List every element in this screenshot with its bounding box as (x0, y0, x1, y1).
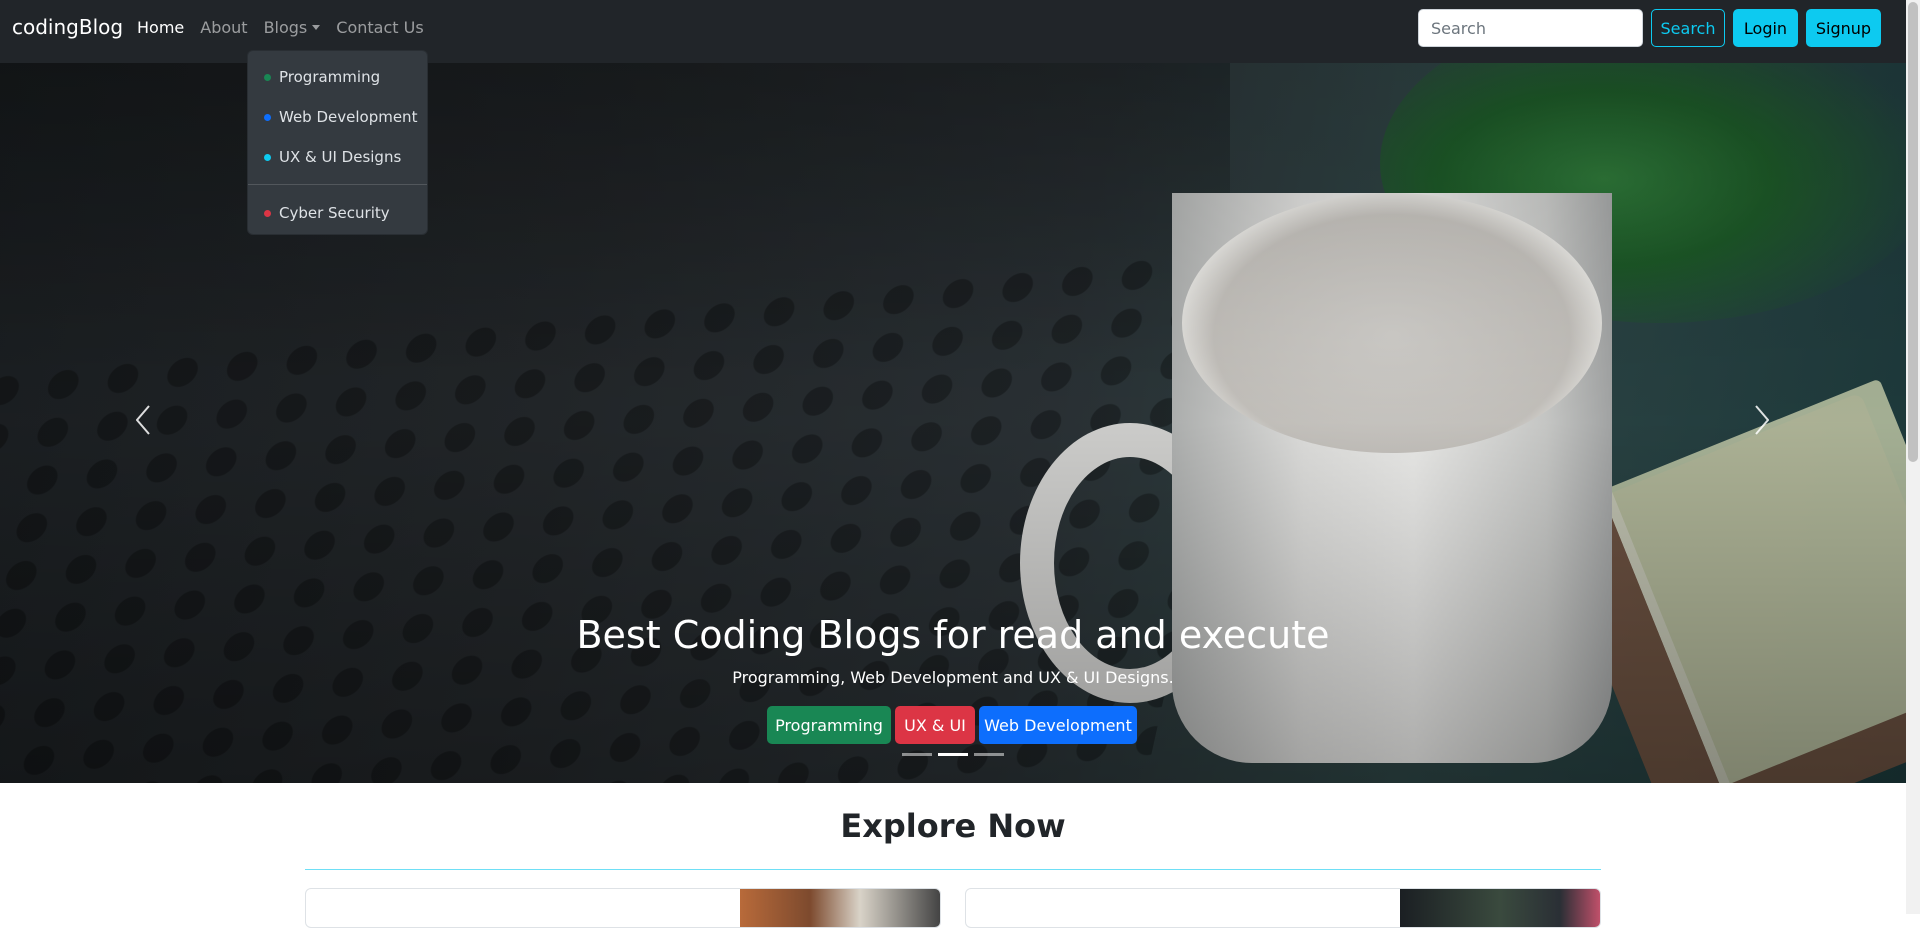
login-button[interactable]: Login (1733, 9, 1798, 47)
nav-links: Home About Blogs Contact Us (137, 18, 440, 37)
search-button[interactable]: Search (1651, 9, 1725, 47)
carousel-indicator-1[interactable] (902, 753, 932, 756)
carousel-title: Best Coding Blogs for read and execute (576, 613, 1330, 657)
dropdown-item-web-development[interactable]: Web Development (248, 97, 427, 137)
status-dot-icon (264, 113, 271, 121)
carousel-buttons: Programming UX & UI Web Development (767, 706, 1137, 744)
status-dot-icon (264, 209, 271, 217)
dropdown-item-label: Cyber Security (279, 204, 390, 222)
dropdown-item-programming[interactable]: Programming (248, 57, 427, 97)
dropdown-divider (248, 184, 427, 185)
search-input[interactable] (1418, 9, 1643, 47)
blog-card[interactable] (305, 888, 941, 928)
dropdown-item-cyber-security[interactable]: Cyber Security (248, 193, 427, 233)
chevron-right-icon[interactable] (1755, 405, 1769, 435)
nav-link-blogs-label: Blogs (263, 18, 308, 37)
carousel-indicators (902, 753, 1004, 756)
nav-link-blogs[interactable]: Blogs (264, 18, 321, 37)
web-development-button[interactable]: Web Development (979, 706, 1137, 744)
carousel-indicator-3[interactable] (974, 753, 1004, 756)
carousel-subtitle: Programming, Web Development and UX & UI… (732, 668, 1174, 687)
scrollbar-thumb[interactable] (1908, 2, 1918, 462)
explore-divider (305, 869, 1601, 870)
page-scrollbar[interactable] (1906, 0, 1920, 914)
chevron-left-icon[interactable] (136, 405, 150, 435)
dropdown-item-label: Programming (279, 68, 381, 86)
programming-button[interactable]: Programming (767, 706, 891, 744)
blog-card[interactable] (965, 888, 1601, 928)
dropdown-item-label: Web Development (279, 108, 418, 126)
explore-heading: Explore Now (840, 807, 1066, 845)
carousel-indicator-2[interactable] (938, 753, 968, 756)
status-dot-icon (264, 73, 271, 81)
ux-ui-button[interactable]: UX & UI (895, 706, 975, 744)
dropdown-item-label: UX & UI Designs (279, 148, 402, 166)
nav-link-home[interactable]: Home (137, 18, 184, 37)
nav-link-about[interactable]: About (200, 18, 247, 37)
blog-card-image (1400, 889, 1600, 927)
status-dot-icon (264, 153, 271, 161)
blogs-dropdown-menu: Programming Web Development UX & UI Desi… (247, 50, 428, 235)
blog-card-image (740, 889, 940, 927)
signup-button[interactable]: Signup (1806, 9, 1881, 47)
nav-link-contact[interactable]: Contact Us (336, 18, 423, 37)
dropdown-item-ux-ui[interactable]: UX & UI Designs (248, 137, 427, 177)
caret-down-icon (312, 25, 321, 30)
brand-logo[interactable]: codingBlog (12, 15, 123, 39)
